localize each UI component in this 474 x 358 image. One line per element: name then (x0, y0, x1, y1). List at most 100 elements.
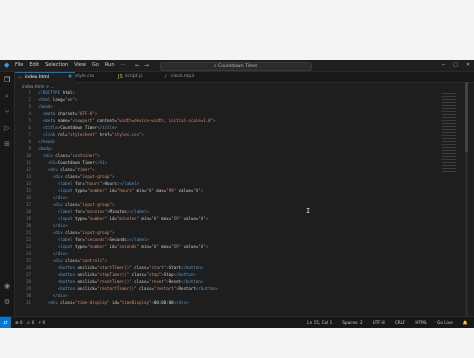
remote-indicator-icon[interactable]: ⇄ (0, 317, 11, 328)
explorer-icon[interactable]: ❐ (3, 76, 11, 84)
code-text[interactable]: <div class="input-group"> (38, 173, 115, 180)
settings-gear-icon[interactable]: ⚙ (3, 298, 11, 306)
code-line[interactable]: 30 </div> (15, 292, 455, 299)
code-text[interactable]: <!DOCTYPE html> (38, 89, 75, 96)
code-line[interactable]: 15 <input type="number" id="hours" min="… (15, 187, 455, 194)
minimize-icon[interactable]: ─ (442, 60, 445, 71)
code-line[interactable]: 23 <input type="number" id="seconds" min… (15, 243, 455, 250)
code-line[interactable]: 26 <button onclick="startTimer()" class=… (15, 264, 455, 271)
status-line-ending[interactable]: CRLF (395, 317, 406, 328)
code-text[interactable]: <input type="number" id="hours" min="0" … (38, 187, 204, 194)
code-text[interactable]: <div class="time-display" id="timeDispla… (38, 299, 189, 306)
code-line[interactable]: 19 <input type="number" id="minutes" min… (15, 215, 455, 222)
code-text[interactable]: <button onclick="stopTimer()" class="sto… (38, 271, 196, 278)
code-text[interactable]: </div> (38, 292, 68, 299)
menu-edit[interactable]: Edit (29, 60, 39, 71)
code-text[interactable]: <h1>Countdown Timer</h1> (38, 159, 107, 166)
code-line[interactable]: 17 <div class="input-group"> (15, 201, 455, 208)
code-editor[interactable]: 1 <!DOCTYPE html> 2 <html lang="en"> 3 <head>… (15, 89, 455, 314)
status-indentation[interactable]: Spaces: 2 (342, 317, 362, 328)
code-text[interactable]: <title>Countdown Timer</title> (38, 124, 117, 131)
code-line[interactable]: 18 <label for="minutes">Minutes:</label> (15, 208, 455, 215)
code-line[interactable]: 9 <body> (15, 145, 455, 152)
code-text[interactable]: </head> (38, 138, 55, 145)
code-line[interactable]: 29 <button onclick="restartTimer()" clas… (15, 285, 455, 292)
code-line[interactable]: 2 <html lang="en"> (15, 96, 455, 103)
status-warnings[interactable]: ⚠ 0 (27, 317, 35, 328)
code-text[interactable]: <div class="input-group"> (38, 229, 115, 236)
code-text[interactable]: <body> (38, 145, 53, 152)
code-text[interactable]: <label for="minutes">Minutes:</label> (38, 208, 149, 215)
scrollbar-thumb[interactable] (465, 82, 468, 152)
code-text[interactable]: <input type="number" id="minutes" min="0… (38, 215, 208, 222)
minimap[interactable] (442, 93, 456, 173)
code-text[interactable]: <input type="number" id="seconds" min="0… (38, 243, 208, 250)
menu-selection[interactable]: Selection (45, 60, 68, 71)
code-line[interactable]: 13 <div class="input-group"> (15, 173, 455, 180)
search-icon[interactable]: ⌕ (3, 92, 11, 100)
code-text[interactable]: <button onclick="resetTimer()" class="re… (38, 278, 204, 285)
menu-more-icon[interactable]: ··· (121, 60, 126, 71)
vscode-window: ◆ File Edit Selection View Go Run ··· ← … (0, 60, 474, 328)
code-text[interactable]: <div class="input-group"> (38, 201, 115, 208)
code-line[interactable]: 1 <!DOCTYPE html> (15, 89, 455, 96)
code-line[interactable]: 8 </head> (15, 138, 455, 145)
code-text[interactable]: <label for="hours">Hours:</label> (38, 180, 139, 187)
activity-bar: ❐ ⌕ ⑂ ▷ ⊞ ◉ ⚙ (0, 72, 15, 316)
code-text[interactable]: <html lang="en"> (38, 96, 77, 103)
code-line[interactable]: 7 <link rel="stylesheet" href="styles.cs… (15, 131, 455, 138)
code-line[interactable]: 24 </div> (15, 250, 455, 257)
run-debug-icon[interactable]: ▷ (3, 124, 11, 132)
code-line[interactable]: 4 <meta charset="UTF-8"> (15, 110, 455, 117)
code-line[interactable]: 6 <title>Countdown Timer</title> (15, 124, 455, 131)
code-line[interactable]: 16 </div> (15, 194, 455, 201)
code-line[interactable]: 3 <head> (15, 103, 455, 110)
code-line[interactable]: 21 <div class="input-group"> (15, 229, 455, 236)
code-text[interactable]: <label for="seconds">Seconds:</label> (38, 236, 149, 243)
code-line[interactable]: 25 <div class="controls"> (15, 257, 455, 264)
account-icon[interactable]: ◉ (3, 282, 11, 290)
code-text[interactable]: <meta charset="UTF-8"> (38, 110, 97, 117)
status-errors[interactable]: ⊗ 0 (15, 317, 23, 328)
status-ports[interactable]: ⚡ 0 (38, 317, 45, 328)
editor-scrollbar[interactable] (465, 82, 468, 316)
code-line[interactable]: 5 <meta name="viewport" content="width=d… (15, 117, 455, 124)
code-line[interactable]: 28 <button onclick="resetTimer()" class=… (15, 278, 455, 285)
code-line[interactable]: 10 <div class="container"> (15, 152, 455, 159)
notifications-bell-icon[interactable]: 🔔 (463, 317, 468, 328)
code-line[interactable]: 22 <label for="seconds">Seconds:</label> (15, 236, 455, 243)
status-cursor-position[interactable]: Ln 15, Col 1 (307, 317, 332, 328)
code-line[interactable]: 11 <h1>Countdown Timer</h1> (15, 159, 455, 166)
back-forward-arrows-icon[interactable]: ← → (135, 60, 149, 71)
code-text[interactable]: </div> (38, 222, 68, 229)
status-language[interactable]: HTML (415, 317, 427, 328)
code-line[interactable]: 12 <div class="timer"> (15, 166, 455, 173)
code-text[interactable]: <link rel="stylesheet" href="styles.css"… (38, 131, 144, 138)
code-text[interactable]: </div> (38, 250, 68, 257)
code-line[interactable]: 20 </div> (15, 222, 455, 229)
code-line[interactable]: 31 <div class="time-display" id="timeDis… (15, 299, 455, 306)
code-line[interactable]: 14 <label for="hours">Hours:</label> (15, 180, 455, 187)
maximize-icon[interactable]: □ (453, 60, 458, 71)
tab-clock-mp3[interactable]: ♪ clock.mp3 (161, 72, 221, 82)
status-go-live[interactable]: Go Live (437, 317, 453, 328)
status-encoding[interactable]: UTF-8 (373, 317, 385, 328)
code-text[interactable]: <button onclick="startTimer()" class="st… (38, 264, 204, 271)
code-text[interactable]: <button onclick="restartTimer()" class="… (38, 285, 218, 292)
code-text[interactable]: <meta name="viewport" content="width=dev… (38, 117, 216, 124)
menu-file[interactable]: File (15, 60, 23, 71)
command-center-search[interactable]: ⌕ Countdown Timer (160, 62, 312, 71)
menu-run[interactable]: Run (105, 60, 115, 71)
close-icon[interactable]: ✕ (466, 60, 470, 71)
code-line[interactable]: 27 <button onclick="stopTimer()" class="… (15, 271, 455, 278)
code-text[interactable]: <div class="container"> (38, 152, 100, 159)
code-text[interactable]: </div> (38, 194, 68, 201)
code-text[interactable]: <head> (38, 103, 53, 110)
extensions-icon[interactable]: ⊞ (3, 140, 11, 148)
code-text[interactable]: <div class="controls"> (38, 257, 107, 264)
code-text[interactable]: <div class="timer"> (38, 166, 95, 173)
source-control-icon[interactable]: ⑂ (3, 108, 11, 116)
menu-go[interactable]: Go (92, 60, 99, 71)
menu-view[interactable]: View (74, 60, 86, 71)
line-number: 15 (26, 188, 31, 193)
